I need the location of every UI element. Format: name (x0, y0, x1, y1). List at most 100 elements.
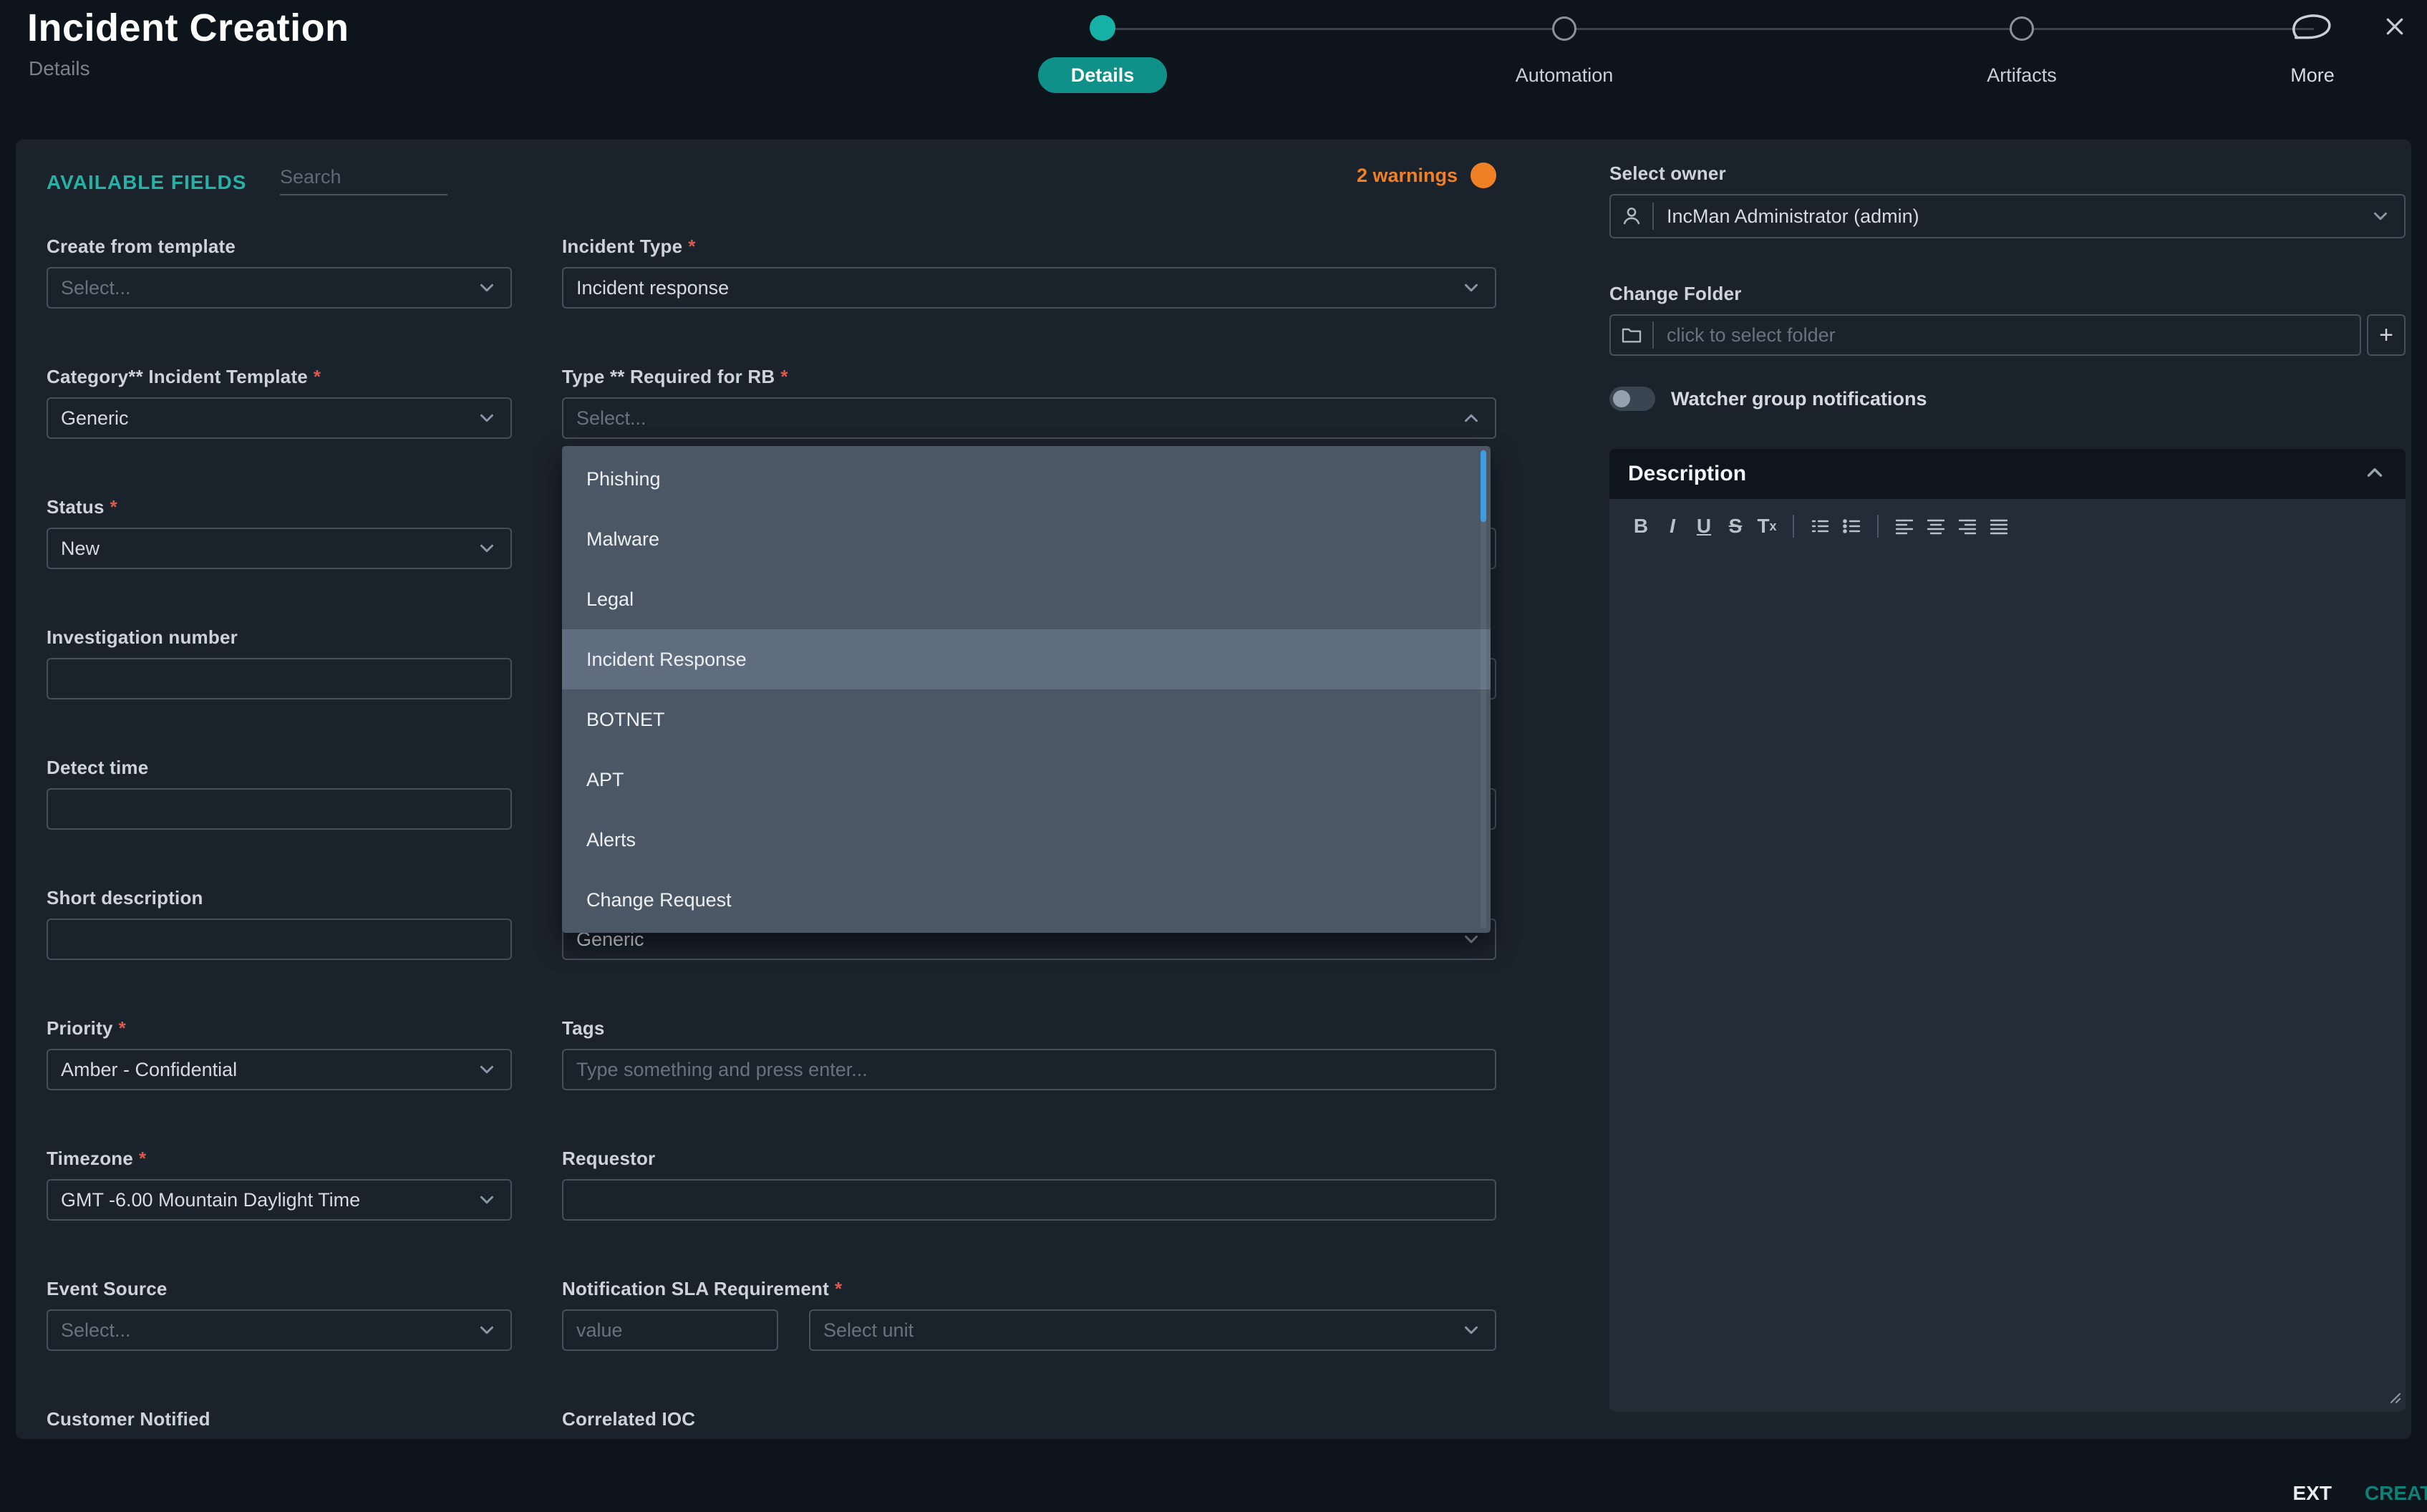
add-folder-button[interactable]: + (2367, 314, 2406, 356)
field-label: Correlated IOC (562, 1408, 696, 1430)
field-label: Timezone * (47, 1148, 147, 1169)
select-event-source[interactable]: Select... (47, 1309, 512, 1351)
option-incident-response[interactable]: Incident Response (562, 629, 1491, 689)
select-timezone[interactable]: GMT -6.00 Mountain Daylight Time (47, 1179, 512, 1221)
select-priority[interactable]: Amber - Confidential (47, 1049, 512, 1090)
field-correlated-ioc: Correlated IOC (562, 1408, 1496, 1431)
more-icon[interactable] (2290, 10, 2334, 49)
toolbar-divider (1793, 515, 1794, 538)
field-label: Notification SLA Requirement * (562, 1278, 843, 1299)
step-automation-label[interactable]: Automation (1478, 64, 1650, 87)
field-notification-sla: Notification SLA Requirement* Select uni… (562, 1278, 1496, 1351)
select-sla-unit[interactable]: Select unit (809, 1309, 1496, 1351)
watcher-toggle[interactable] (1609, 387, 1655, 411)
field-priority: Priority * Amber - Confidential (47, 1017, 512, 1090)
chevron-down-icon (476, 407, 498, 429)
input-detect-time[interactable] (47, 788, 512, 830)
create-button[interactable]: CREATE (2365, 1482, 2427, 1505)
warning-count: 2 warnings (1356, 164, 1458, 186)
step-artifacts-label[interactable]: Artifacts (1936, 64, 2108, 87)
field-select-owner: Select owner IncMan Administrator (admin… (1609, 163, 2406, 238)
warning-dot-icon (1471, 163, 1496, 188)
step-details-circle[interactable] (1090, 15, 1115, 41)
resize-handle[interactable] (2383, 1385, 2401, 1407)
folder-input[interactable]: click to select folder (1609, 314, 2361, 356)
unordered-list-button[interactable] (1836, 510, 1867, 542)
chevron-down-icon (1460, 277, 1482, 299)
field-incident-type: Incident Type * Incident response (562, 236, 1496, 309)
field-label: Category** Incident Template * (47, 366, 321, 387)
field-create-from-template: Create from template Select... (47, 236, 512, 309)
input-tags[interactable] (562, 1049, 1496, 1090)
person-icon (1611, 204, 1652, 228)
align-right-button[interactable] (1952, 510, 1983, 542)
input-short-description[interactable] (47, 919, 512, 960)
watcher-toggle-label: Watcher group notifications (1671, 387, 1927, 410)
dropdown-scrollbar-thumb[interactable] (1481, 450, 1486, 522)
dropdown-scrollbar-track[interactable] (1481, 450, 1486, 929)
field-label: Requestor (562, 1148, 656, 1169)
chevron-down-icon (476, 538, 498, 559)
field-label: Investigation number (47, 626, 238, 648)
chevron-down-icon (476, 1189, 498, 1211)
input-requestor[interactable] (562, 1179, 1496, 1221)
select-status[interactable]: New (47, 528, 512, 569)
chevron-up-icon (1460, 407, 1482, 429)
watcher-toggle-row: Watcher group notifications (1609, 387, 2406, 411)
field-change-folder: Change Folder click to select folder + (1609, 283, 2406, 356)
field-label: Customer Notified (47, 1408, 210, 1430)
step-more-label[interactable]: More (2262, 64, 2363, 87)
align-left-button[interactable] (1889, 510, 1920, 542)
field-label: Status * (47, 496, 117, 518)
search-input[interactable] (280, 160, 447, 195)
option-legal[interactable]: Legal (562, 569, 1491, 629)
divider (1652, 321, 1654, 349)
close-icon[interactable] (2383, 14, 2407, 42)
step-artifacts-circle[interactable] (2010, 16, 2034, 41)
field-customer-notified: Customer Notified (47, 1408, 512, 1431)
toggle-knob (1613, 390, 1630, 407)
field-label: Tags (562, 1017, 605, 1039)
stepper-line (1103, 28, 2314, 30)
select-category-template[interactable]: Generic (47, 397, 512, 439)
align-center-button[interactable] (1920, 510, 1952, 542)
field-label: Change Folder (1609, 283, 1742, 304)
field-label: Detect time (47, 757, 149, 778)
chevron-up-icon[interactable] (2363, 460, 2387, 488)
description-panel: Description B I U S Tx (1609, 449, 2406, 1412)
folder-icon (1611, 324, 1652, 346)
select-incident-type[interactable]: Incident response (562, 267, 1496, 309)
step-details-pill[interactable]: Details (1038, 57, 1167, 93)
select-create-from-template[interactable]: Select... (47, 267, 512, 309)
ordered-list-button[interactable] (1804, 510, 1836, 542)
chevron-down-icon (2370, 205, 2391, 227)
clear-format-button[interactable]: Tx (1751, 510, 1783, 542)
strikethrough-button[interactable]: S (1720, 510, 1751, 542)
option-botnet[interactable]: BOTNET (562, 689, 1491, 750)
page-title: Incident Creation (27, 6, 349, 49)
select-type-rb[interactable]: Select... (562, 397, 1496, 439)
option-apt[interactable]: APT (562, 750, 1491, 810)
italic-button[interactable]: I (1657, 510, 1688, 542)
page-subtitle: Details (29, 57, 90, 79)
step-automation-circle[interactable] (1552, 16, 1576, 41)
field-short-description: Short description (47, 887, 512, 960)
option-malware[interactable]: Malware (562, 509, 1491, 569)
option-phishing[interactable]: Phishing (562, 449, 1491, 509)
description-header[interactable]: Description (1609, 449, 2406, 499)
underline-button[interactable]: U (1688, 510, 1720, 542)
option-alerts[interactable]: Alerts (562, 810, 1491, 870)
align-justify-button[interactable] (1983, 510, 2015, 542)
next-button[interactable]: EXT (2292, 1482, 2331, 1505)
input-investigation-number[interactable] (47, 658, 512, 699)
field-status: Status * New (47, 496, 512, 569)
field-label: Priority * (47, 1017, 126, 1039)
field-event-source: Event Source Select... (47, 1278, 512, 1351)
chevron-down-icon (476, 1059, 498, 1080)
divider (1652, 203, 1654, 230)
bold-button[interactable]: B (1625, 510, 1657, 542)
input-sla-value[interactable] (562, 1309, 778, 1351)
description-editor[interactable]: B I U S Tx (1609, 499, 2406, 1412)
select-owner[interactable]: IncMan Administrator (admin) (1609, 194, 2406, 238)
option-change-request[interactable]: Change Request (562, 870, 1491, 930)
